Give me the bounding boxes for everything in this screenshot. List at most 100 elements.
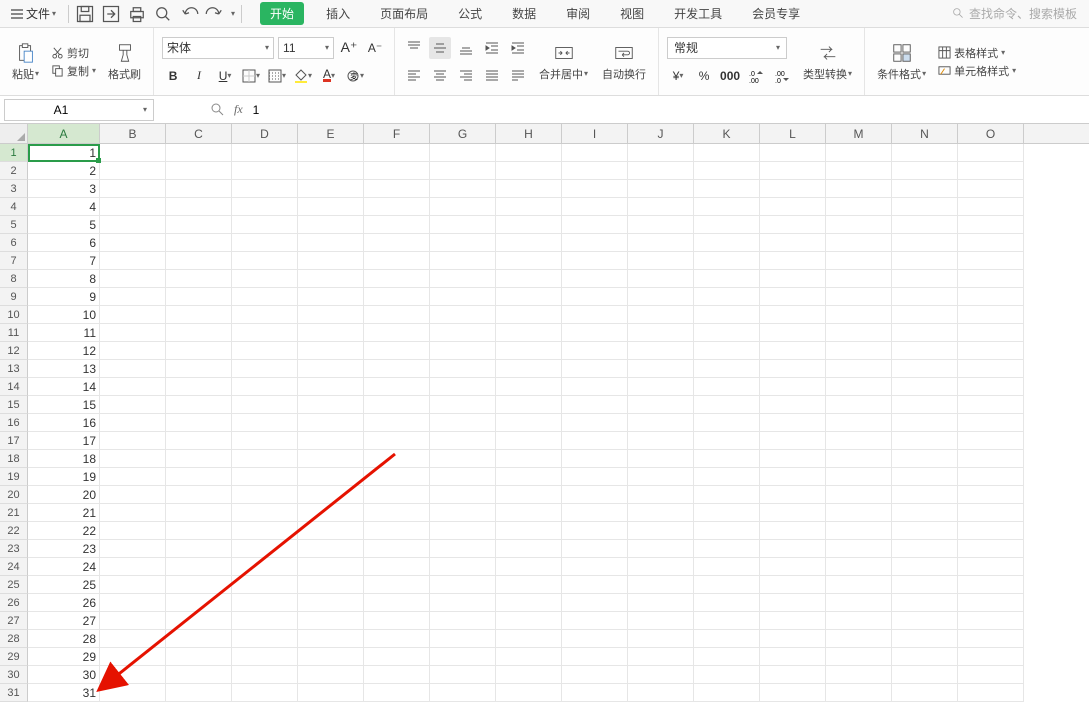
- cell[interactable]: [892, 342, 958, 360]
- cell[interactable]: [298, 288, 364, 306]
- cell[interactable]: [232, 162, 298, 180]
- cell[interactable]: [166, 414, 232, 432]
- cell[interactable]: [760, 630, 826, 648]
- row-header[interactable]: 22: [0, 522, 28, 540]
- cell[interactable]: [958, 288, 1024, 306]
- cell[interactable]: [496, 360, 562, 378]
- cell[interactable]: [100, 180, 166, 198]
- cell[interactable]: [430, 450, 496, 468]
- cell[interactable]: [562, 468, 628, 486]
- row-header[interactable]: 19: [0, 468, 28, 486]
- cell[interactable]: [892, 486, 958, 504]
- cell[interactable]: [628, 666, 694, 684]
- align-bottom-button[interactable]: [455, 37, 477, 59]
- cell[interactable]: 31: [28, 684, 100, 702]
- cell[interactable]: [364, 198, 430, 216]
- cell[interactable]: [298, 630, 364, 648]
- cell[interactable]: [562, 684, 628, 702]
- cell[interactable]: [562, 306, 628, 324]
- row-header[interactable]: 28: [0, 630, 28, 648]
- align-right-button[interactable]: [455, 65, 477, 87]
- cell[interactable]: [826, 432, 892, 450]
- cell[interactable]: [430, 234, 496, 252]
- cell[interactable]: [760, 450, 826, 468]
- cell[interactable]: [562, 234, 628, 252]
- cell[interactable]: [826, 144, 892, 162]
- cell[interactable]: 5: [28, 216, 100, 234]
- cell[interactable]: [232, 180, 298, 198]
- cell[interactable]: [496, 180, 562, 198]
- cell[interactable]: [760, 594, 826, 612]
- cell[interactable]: [760, 234, 826, 252]
- cell[interactable]: [100, 162, 166, 180]
- cell[interactable]: [628, 414, 694, 432]
- cut-button[interactable]: 剪切: [49, 45, 98, 61]
- cell[interactable]: [892, 252, 958, 270]
- cell[interactable]: [826, 288, 892, 306]
- cell[interactable]: [628, 558, 694, 576]
- cell[interactable]: [892, 324, 958, 342]
- cell[interactable]: [364, 504, 430, 522]
- cell[interactable]: [892, 630, 958, 648]
- cell[interactable]: [232, 576, 298, 594]
- cell[interactable]: [364, 216, 430, 234]
- cell[interactable]: [364, 414, 430, 432]
- cell[interactable]: [430, 360, 496, 378]
- cell[interactable]: [892, 216, 958, 234]
- cell[interactable]: [694, 432, 760, 450]
- align-left-button[interactable]: [403, 65, 425, 87]
- cell[interactable]: [298, 450, 364, 468]
- cell[interactable]: [760, 432, 826, 450]
- cell[interactable]: [958, 252, 1024, 270]
- cell[interactable]: [166, 630, 232, 648]
- cell[interactable]: [298, 180, 364, 198]
- cell[interactable]: [562, 540, 628, 558]
- cell[interactable]: [562, 288, 628, 306]
- cell[interactable]: [496, 432, 562, 450]
- row-header[interactable]: 16: [0, 414, 28, 432]
- cell[interactable]: [496, 576, 562, 594]
- cell[interactable]: [232, 540, 298, 558]
- cell[interactable]: [958, 594, 1024, 612]
- cell[interactable]: [364, 342, 430, 360]
- row-header[interactable]: 3: [0, 180, 28, 198]
- search-box[interactable]: 查找命令、搜索模板: [952, 5, 1085, 22]
- row-header[interactable]: 13: [0, 360, 28, 378]
- cell[interactable]: [364, 396, 430, 414]
- cell[interactable]: 10: [28, 306, 100, 324]
- cell[interactable]: [496, 378, 562, 396]
- cell[interactable]: [958, 324, 1024, 342]
- cell[interactable]: 25: [28, 576, 100, 594]
- tab-review[interactable]: 审阅: [558, 1, 598, 26]
- cell[interactable]: 4: [28, 198, 100, 216]
- cell[interactable]: [298, 432, 364, 450]
- cell[interactable]: [364, 288, 430, 306]
- cell[interactable]: [430, 432, 496, 450]
- cell[interactable]: [760, 360, 826, 378]
- cell[interactable]: [694, 144, 760, 162]
- cell[interactable]: [958, 684, 1024, 702]
- type-convert-button[interactable]: 类型转换▾: [799, 40, 856, 84]
- cell[interactable]: [166, 198, 232, 216]
- tab-view[interactable]: 视图: [612, 1, 652, 26]
- cell[interactable]: [496, 234, 562, 252]
- row-header[interactable]: 23: [0, 540, 28, 558]
- cell[interactable]: [100, 288, 166, 306]
- cell[interactable]: [760, 180, 826, 198]
- cell[interactable]: [562, 432, 628, 450]
- cell[interactable]: [496, 252, 562, 270]
- cell[interactable]: [694, 684, 760, 702]
- cell[interactable]: [232, 144, 298, 162]
- cell[interactable]: 22: [28, 522, 100, 540]
- cell[interactable]: [958, 486, 1024, 504]
- cell[interactable]: [694, 648, 760, 666]
- cell[interactable]: [562, 162, 628, 180]
- cell[interactable]: [166, 180, 232, 198]
- cell[interactable]: [100, 432, 166, 450]
- tab-member[interactable]: 会员专享: [744, 1, 808, 26]
- cell[interactable]: [298, 198, 364, 216]
- cell[interactable]: [760, 648, 826, 666]
- cell[interactable]: [364, 666, 430, 684]
- formula-input[interactable]: [251, 101, 951, 119]
- percent-button[interactable]: %: [693, 65, 715, 87]
